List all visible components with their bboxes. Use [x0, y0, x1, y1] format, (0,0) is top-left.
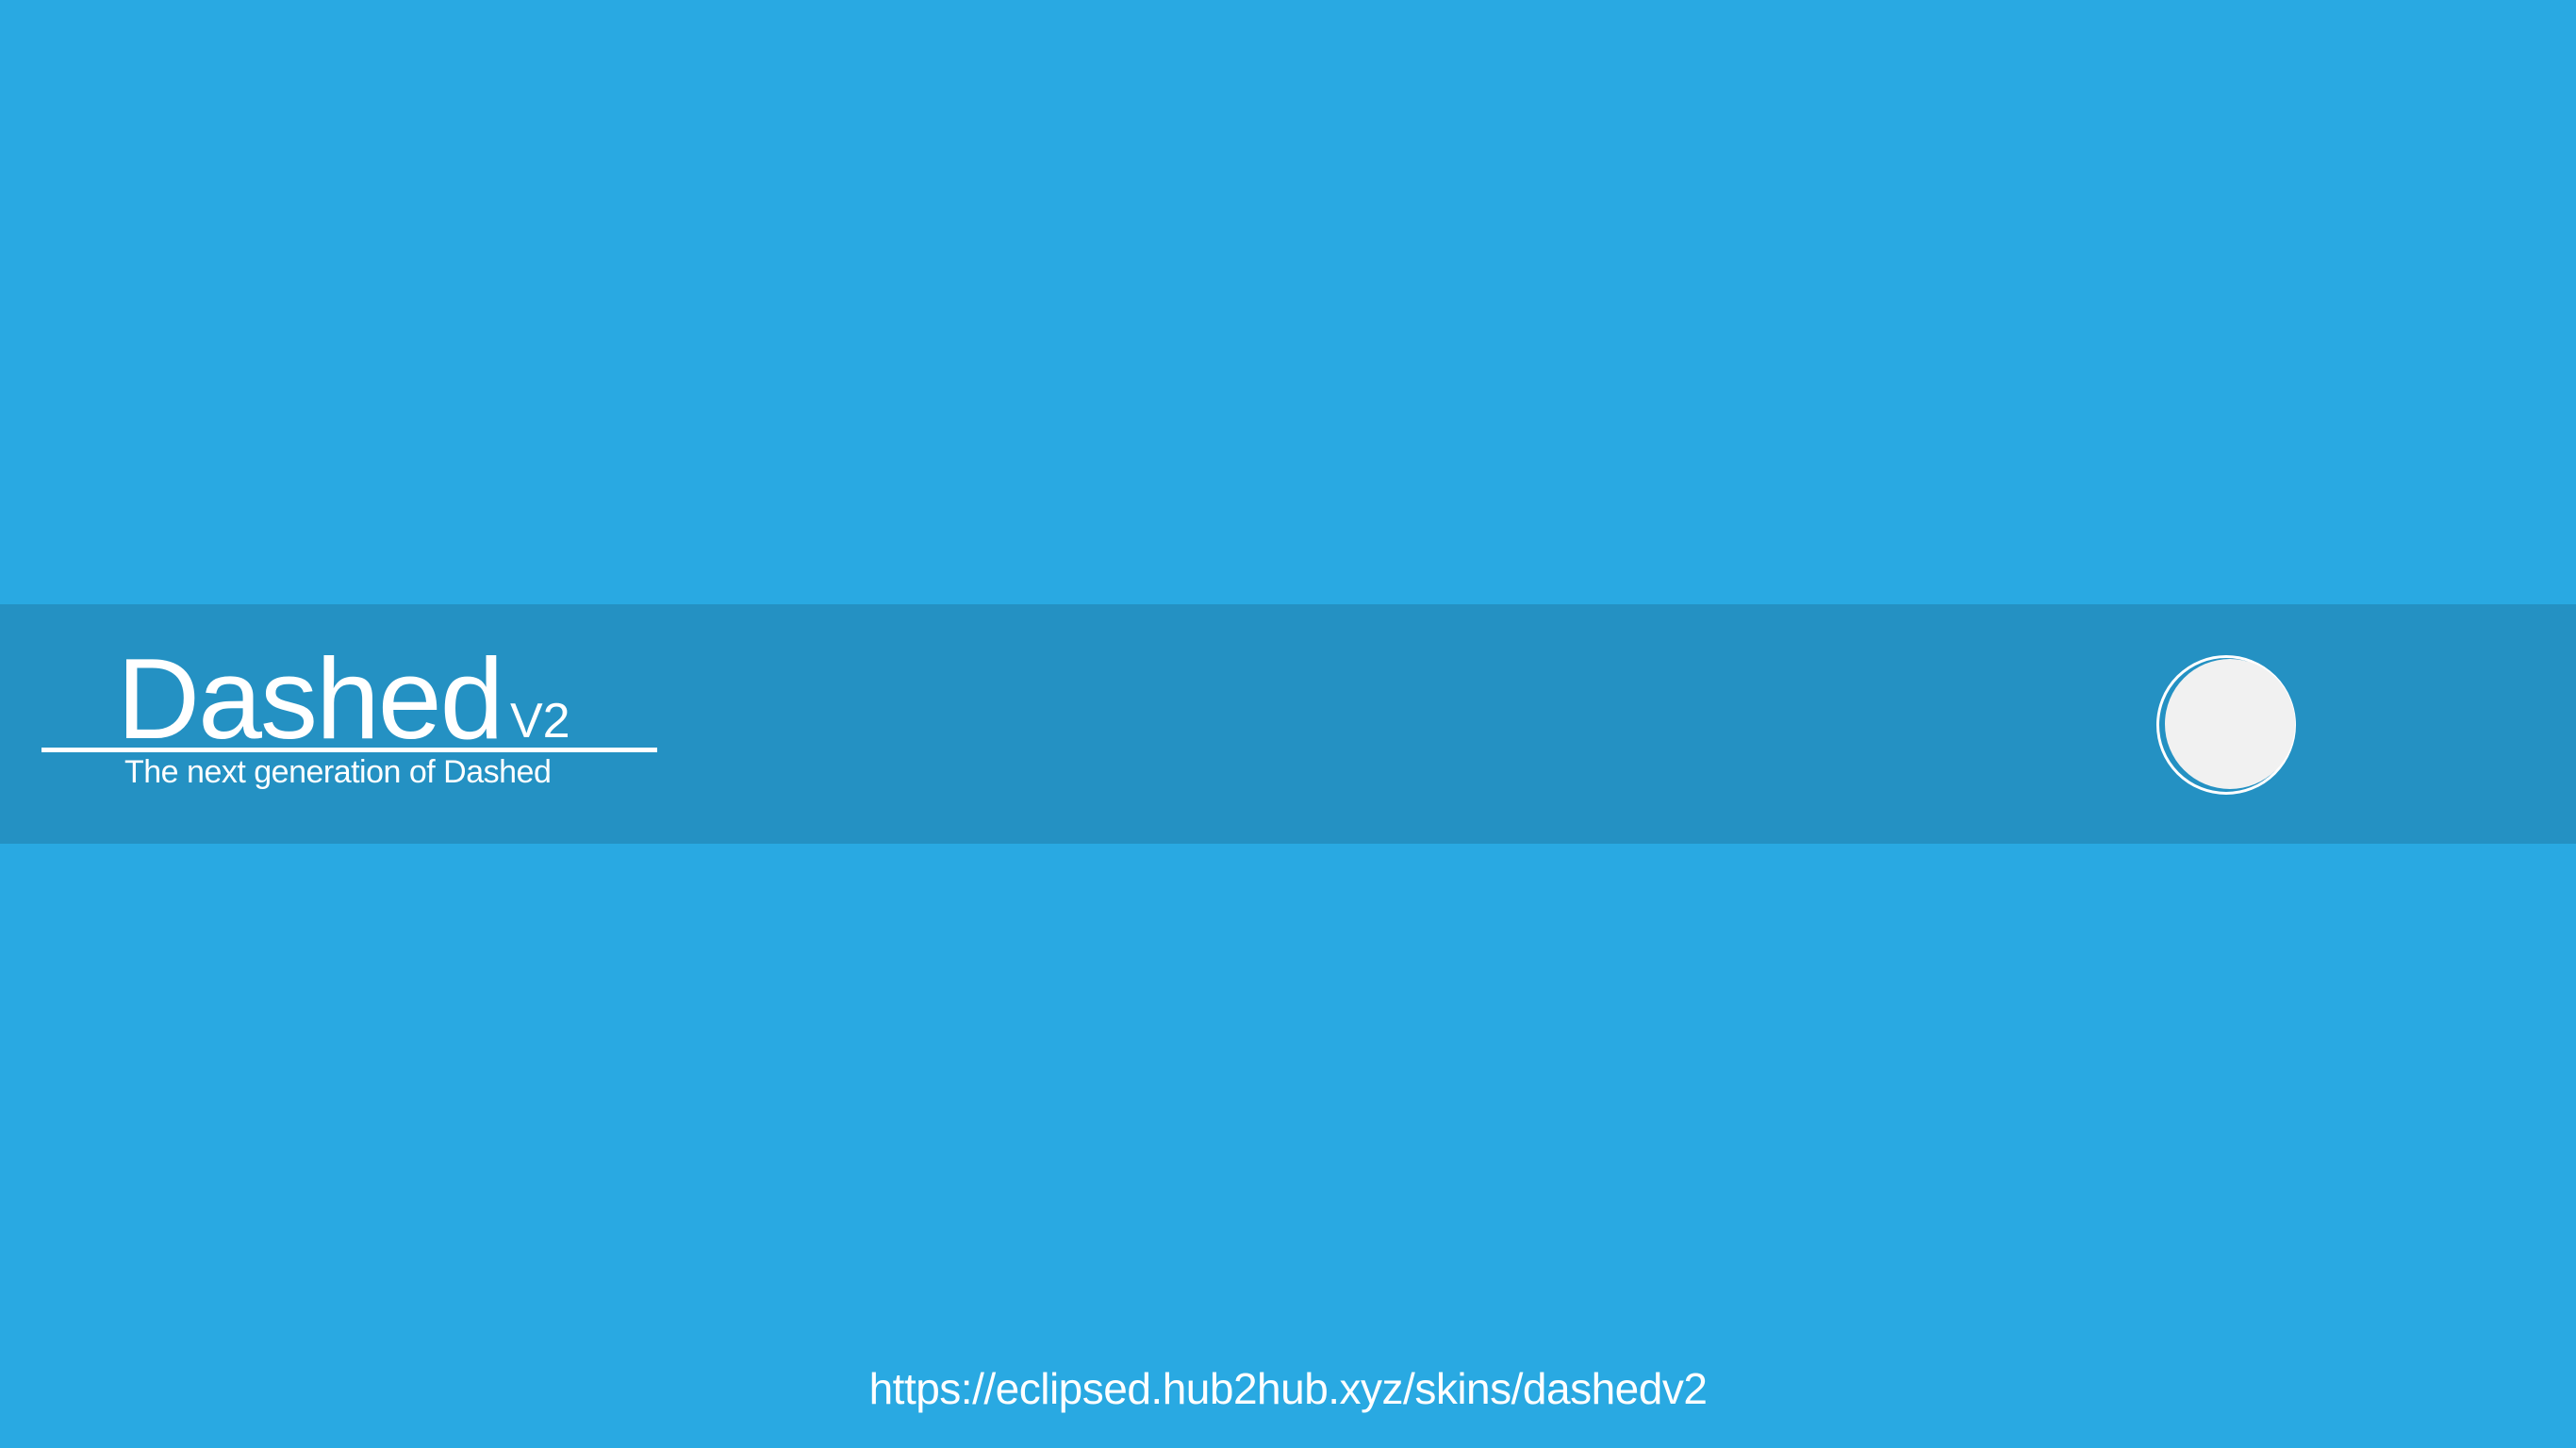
app-version: V2 [510, 694, 570, 749]
app-title: Dashed [117, 634, 504, 763]
title-underline [41, 748, 657, 752]
skin-url-link[interactable]: https://eclipsed.hub2hub.xyz/skins/dashe… [0, 1367, 2576, 1410]
app-subtitle: The next generation of Dashed [124, 754, 552, 790]
splash-screen: Dashed V2 The next generation of Dashed … [0, 0, 2576, 1448]
toggle-circle-button[interactable] [2156, 655, 2296, 795]
circle-fill-icon [2165, 659, 2295, 789]
